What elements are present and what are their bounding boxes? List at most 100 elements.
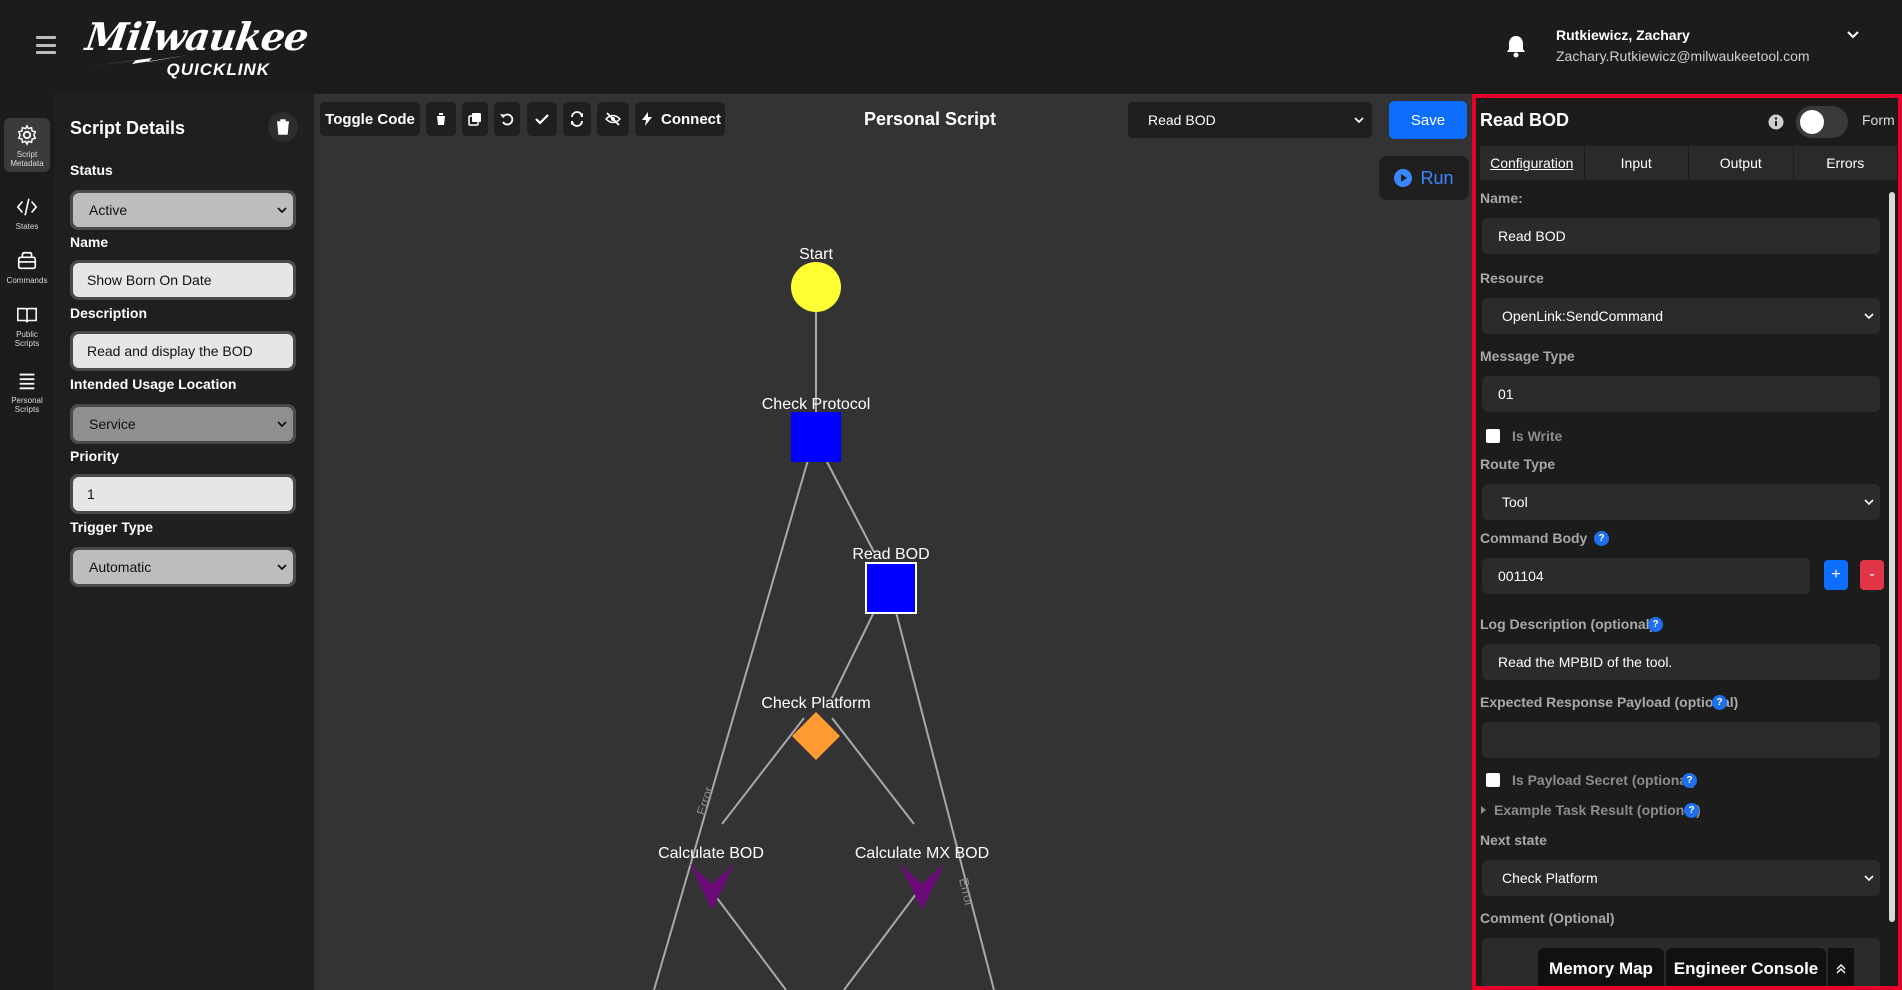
engineer-console-tab[interactable]: Engineer Console (1666, 948, 1826, 986)
edge-read-bod-check-platform (831, 611, 875, 699)
script-canvas[interactable]: Error Error Start Check Protocol Read BO… (314, 94, 1472, 990)
payload-secret-checkbox[interactable] (1486, 773, 1500, 787)
chevron-down-icon (1864, 499, 1874, 506)
tab-input[interactable]: Input (1584, 146, 1689, 180)
toggle-code-label: Toggle Code (325, 110, 415, 128)
caret-right-icon[interactable] (1480, 805, 1488, 815)
comment-label: Comment (Optional) (1480, 910, 1615, 926)
info-icon[interactable] (1768, 114, 1784, 130)
copy-icon (468, 113, 481, 126)
calculate-bod-node[interactable] (690, 864, 734, 910)
command-body-actions: + - (1824, 560, 1884, 590)
rail-item-script-metadata[interactable]: Script Metadata (4, 118, 50, 172)
start-node[interactable] (791, 262, 841, 312)
trigger-type-label: Trigger Type (70, 519, 153, 535)
inspector-tabs: Configuration Input Output Errors (1480, 146, 1898, 180)
milwaukee-quicklink-logo[interactable]: Milwaukee QUICKLINK (83, 14, 311, 80)
form-toggle[interactable] (1796, 106, 1848, 138)
rail-item-personal-scripts[interactable]: Personal Scripts (4, 364, 50, 418)
chevron-down-icon (277, 207, 287, 214)
rail-item-commands[interactable]: Commands (4, 244, 50, 298)
validate-button[interactable] (527, 102, 557, 136)
undo-button[interactable] (494, 102, 520, 136)
help-icon[interactable]: ? (1594, 531, 1609, 546)
bottom-tabs: Memory Map Engineer Console (1538, 948, 1854, 986)
hide-button[interactable] (597, 102, 629, 136)
state-name-input[interactable]: Read BOD (1482, 218, 1880, 254)
next-state-select[interactable]: Check Platform (1482, 860, 1880, 896)
expected-payload-input[interactable] (1482, 722, 1880, 758)
rail-item-label: Personal Scripts (11, 396, 43, 414)
name-label: Name (70, 234, 109, 250)
chevron-down-icon[interactable] (1846, 28, 1860, 42)
tab-errors[interactable]: Errors (1793, 146, 1898, 180)
name-field[interactable]: Show Born On Date (70, 260, 296, 300)
node-label-check-protocol: Check Protocol (762, 396, 871, 413)
connect-button[interactable]: Connect (635, 102, 725, 136)
copy-button[interactable] (462, 102, 488, 136)
expand-console-button[interactable] (1828, 948, 1854, 986)
edge-calculate-bod-out (713, 893, 787, 990)
refresh-icon (571, 111, 583, 127)
delete-script-button[interactable] (268, 112, 298, 142)
memory-map-tab[interactable]: Memory Map (1538, 948, 1664, 986)
run-button[interactable]: Run (1379, 156, 1469, 200)
usage-location-select[interactable]: Service (70, 404, 296, 444)
message-type-value: 01 (1498, 386, 1514, 402)
save-button[interactable]: Save (1389, 101, 1467, 139)
check-protocol-node[interactable] (791, 412, 841, 462)
help-icon[interactable]: ? (1682, 773, 1697, 788)
log-description-input[interactable]: Read the MPBID of the tool. (1482, 644, 1880, 680)
chevron-down-icon (277, 564, 287, 571)
description-field[interactable]: Read and display the BOD (70, 331, 296, 371)
resource-select[interactable]: OpenLink:SendCommand (1482, 298, 1880, 334)
canvas-title: Personal Script (864, 109, 997, 129)
refresh-button[interactable] (563, 102, 591, 136)
rail-item-states[interactable]: States (4, 190, 50, 244)
inspector-title: Read BOD (1480, 110, 1570, 130)
tab-configuration[interactable]: Configuration (1480, 146, 1585, 180)
help-icon[interactable]: ? (1648, 617, 1663, 632)
tab-output[interactable]: Output (1689, 146, 1794, 180)
calculate-mx-bod-node[interactable] (900, 864, 944, 910)
name-value: Show Born On Date (87, 272, 212, 288)
remove-command-button[interactable]: - (1860, 560, 1884, 590)
help-icon[interactable]: ? (1684, 803, 1699, 818)
route-type-select[interactable]: Tool (1482, 484, 1880, 520)
rail-item-label: States (15, 222, 39, 231)
read-bod-node[interactable] (865, 562, 917, 614)
is-write-label: Is Write (1512, 428, 1563, 444)
route-type-value: Tool (1502, 494, 1528, 510)
add-command-button[interactable]: + (1824, 560, 1848, 590)
message-type-label: Message Type (1480, 348, 1575, 364)
priority-field[interactable]: 1 (70, 474, 296, 514)
delete-button[interactable] (426, 102, 456, 136)
flow-diagram: Error Error Start Check Protocol Read BO… (653, 246, 995, 990)
is-write-checkbox[interactable] (1486, 429, 1500, 443)
toggle-code-button[interactable]: Toggle Code (320, 102, 420, 136)
example-task-result-label[interactable]: Example Task Result (optional) (1494, 802, 1701, 818)
menu-icon[interactable] (36, 36, 56, 54)
message-type-input[interactable]: 01 (1482, 376, 1880, 412)
panel-title: Script Details (70, 118, 186, 138)
help-icon[interactable]: ? (1712, 695, 1727, 710)
rail-item-public-scripts[interactable]: Public Scripts (4, 298, 50, 352)
chevron-down-icon (1864, 875, 1874, 882)
status-select[interactable]: Active (70, 190, 296, 230)
inspector-scrollbar[interactable] (1887, 188, 1897, 986)
state-select[interactable]: Read BOD (1128, 102, 1372, 138)
trash-icon (277, 119, 289, 135)
play-icon (1394, 169, 1413, 187)
status-label: Status (70, 162, 113, 178)
code-icon (16, 198, 38, 216)
node-label-start: Start (799, 246, 833, 263)
priority-label: Priority (70, 448, 120, 464)
edge-read-bod-error (895, 611, 995, 990)
priority-value: 1 (87, 486, 95, 502)
notification-bell-icon[interactable] (1505, 34, 1527, 58)
brand-name: Milwaukee (82, 14, 311, 59)
trigger-type-select[interactable]: Automatic (70, 547, 296, 587)
command-body-input[interactable]: 001104 (1482, 558, 1810, 594)
form-toggle-label: Form (1862, 112, 1895, 128)
edge-check-platform-calculate-bod (721, 717, 805, 825)
